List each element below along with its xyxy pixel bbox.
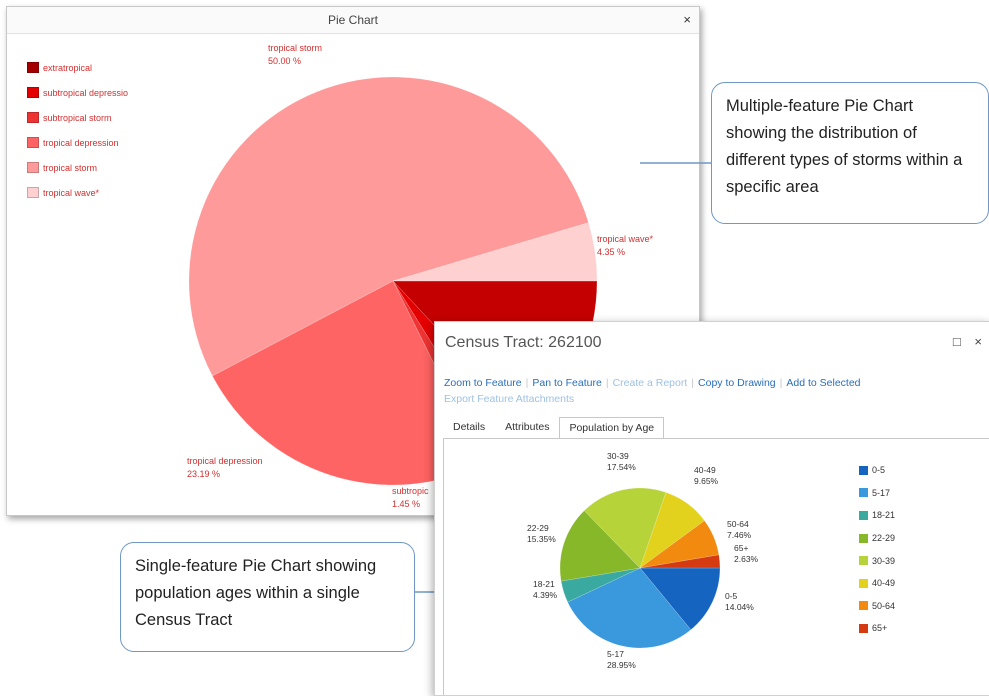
legend-swatch [859,510,868,520]
legend-swatch [27,162,39,173]
slice-label-30-39: 30-39 [607,451,629,461]
legend-swatch [27,87,39,98]
callout-multi-feature: Multiple-feature Pie Chart showing the d… [711,82,989,224]
window-title: Pie Chart [327,13,379,27]
legend-label: tropical wave* [43,187,100,198]
legend-item-tropical-wave: tropical wave* [27,180,128,205]
restore-icon[interactable]: □ [953,334,961,349]
legend-swatch [27,137,39,148]
legend-label: extratropical [43,62,93,73]
legend-swatch [859,556,868,566]
census-tract-popup: Census Tract: 262100 □ × Zoom to Feature… [434,321,989,696]
slice-label-tropical-depression: tropical depression [187,456,263,466]
popup-title: Census Tract: 262100 [445,334,602,351]
legend-item-5-17: 5-17 [859,482,895,505]
legend-swatch [859,488,868,498]
popup-tabs: Details Attributes Population by Age [443,416,665,439]
legend-item-0-5: 0-5 [859,459,895,482]
legend-swatch [27,112,39,123]
tab-attributes[interactable]: Attributes [495,416,559,438]
tab-details[interactable]: Details [443,416,495,438]
callout-text: Single-feature Pie Chart showing populat… [135,557,377,629]
pie-chart-titlebar: Pie Chart × [7,7,699,34]
legend-swatch [859,623,868,633]
close-icon[interactable]: × [683,7,691,33]
legend-swatch [859,601,868,611]
separator: | [605,377,609,389]
slice-pct-tropical-storm: 50.00 % [268,56,301,66]
export-attachments-link[interactable]: Export Feature Attachments [444,393,574,405]
slice-pct-30-39: 17.54% [607,462,636,472]
copy-to-drawing-link[interactable]: Copy to Drawing [698,377,776,389]
legend-swatch [859,533,868,543]
popup-actions: Zoom to Feature | Pan to Feature | Create a … [444,375,944,407]
legend-item-subtropical-storm: subtropical storm [27,105,128,130]
legend-label: tropical depression [43,137,119,148]
slice-pct-0-5: 14.04% [725,602,754,612]
legend-label: 40-49 [872,578,896,589]
legend-label: 18-21 [872,510,896,521]
add-to-selected-link[interactable]: Add to Selected [786,377,860,389]
slice-label-50-64: 50-64 [727,519,749,529]
separator: | [779,377,783,389]
legend-swatch [859,465,868,475]
zoom-to-feature-link[interactable]: Zoom to Feature [444,377,522,389]
slice-pct-5-17: 28.95% [607,660,636,670]
slice-label-18-21: 18-21 [533,579,555,589]
legend-swatch [27,187,39,198]
legend-swatch [27,62,39,73]
legend-label: 65+ [872,623,888,634]
population-legend: 0-5 5-17 18-21 22-29 30-39 40-49 50-64 65+ [859,459,895,640]
slice-pct-tropical-depression: 23.19 % [187,469,220,479]
tab-population-by-age[interactable]: Population by Age [559,417,665,439]
legend-item-50-64: 50-64 [859,595,895,618]
pan-to-feature-link[interactable]: Pan to Feature [532,377,601,389]
legend-label: 5-17 [872,487,891,498]
slice-pct-tropical-wave: 4.35 % [597,247,625,257]
legend-item-30-39: 30-39 [859,549,895,572]
legend-label: subtropical storm [43,112,112,123]
slice-label-tropical-wave: tropical wave* [597,234,654,244]
legend-label: 0-5 [872,465,886,476]
legend-label: 30-39 [872,555,896,566]
storm-legend: extratropical subtropical depressio subtro… [27,55,128,205]
callout-text: Multiple-feature Pie Chart showing the d… [726,97,963,196]
population-tab-panel: 0-5 14.04% 5-17 28.95% 18-21 4.39% 22-29 15.35%… [443,438,989,695]
population-pie-chart: 0-514.04% 5-1728.95% 18-214.39% 22-2915.35%… [527,451,759,670]
legend-item-tropical-storm: tropical storm [27,155,128,180]
slice-label-subtropic: subtropic [392,486,429,496]
legend-label: 22-29 [872,533,896,544]
slice-label-40-49: 40-49 [694,465,716,475]
slice-label-22-29: 22-29 [527,523,549,533]
legend-item-subtropical-depressio: subtropical depressio [27,80,128,105]
legend-item-extratropical: extratropical [27,55,128,80]
close-icon[interactable]: × [974,334,982,349]
popup-controls: □ × [943,334,982,349]
slice-label-5-17: 5-17 [607,649,624,659]
callout-single-feature: Single-feature Pie Chart showing populat… [120,542,415,652]
legend-item-22-29: 22-29 [859,527,895,550]
slice-label-0-5: 0-5 [725,591,738,601]
legend-item-65: 65+ [859,617,895,640]
separator: | [691,377,695,389]
slice-pct-40-49: 9.65% [694,476,719,486]
slice-pct-65: 2.63% [734,554,759,564]
slice-pct-18-21: 4.39% [533,590,558,600]
legend-item-40-49: 40-49 [859,572,895,595]
slice-pct-50-64: 7.46% [727,530,752,540]
slice-pct-22-29: 15.35% [527,534,556,544]
legend-item-18-21: 18-21 [859,504,895,527]
separator: | [525,377,529,389]
slice-label-tropical-storm: tropical storm [268,43,322,53]
legend-swatch [859,578,868,588]
legend-label: tropical storm [43,162,98,173]
legend-label: 50-64 [872,600,896,611]
create-report-link[interactable]: Create a Report [613,377,688,389]
legend-item-tropical-depression: tropical depression [27,130,128,155]
legend-label: subtropical depressio [43,87,129,98]
slice-pct-subtropic: 1.45 % [392,499,420,509]
slice-label-65: 65+ [734,543,748,553]
